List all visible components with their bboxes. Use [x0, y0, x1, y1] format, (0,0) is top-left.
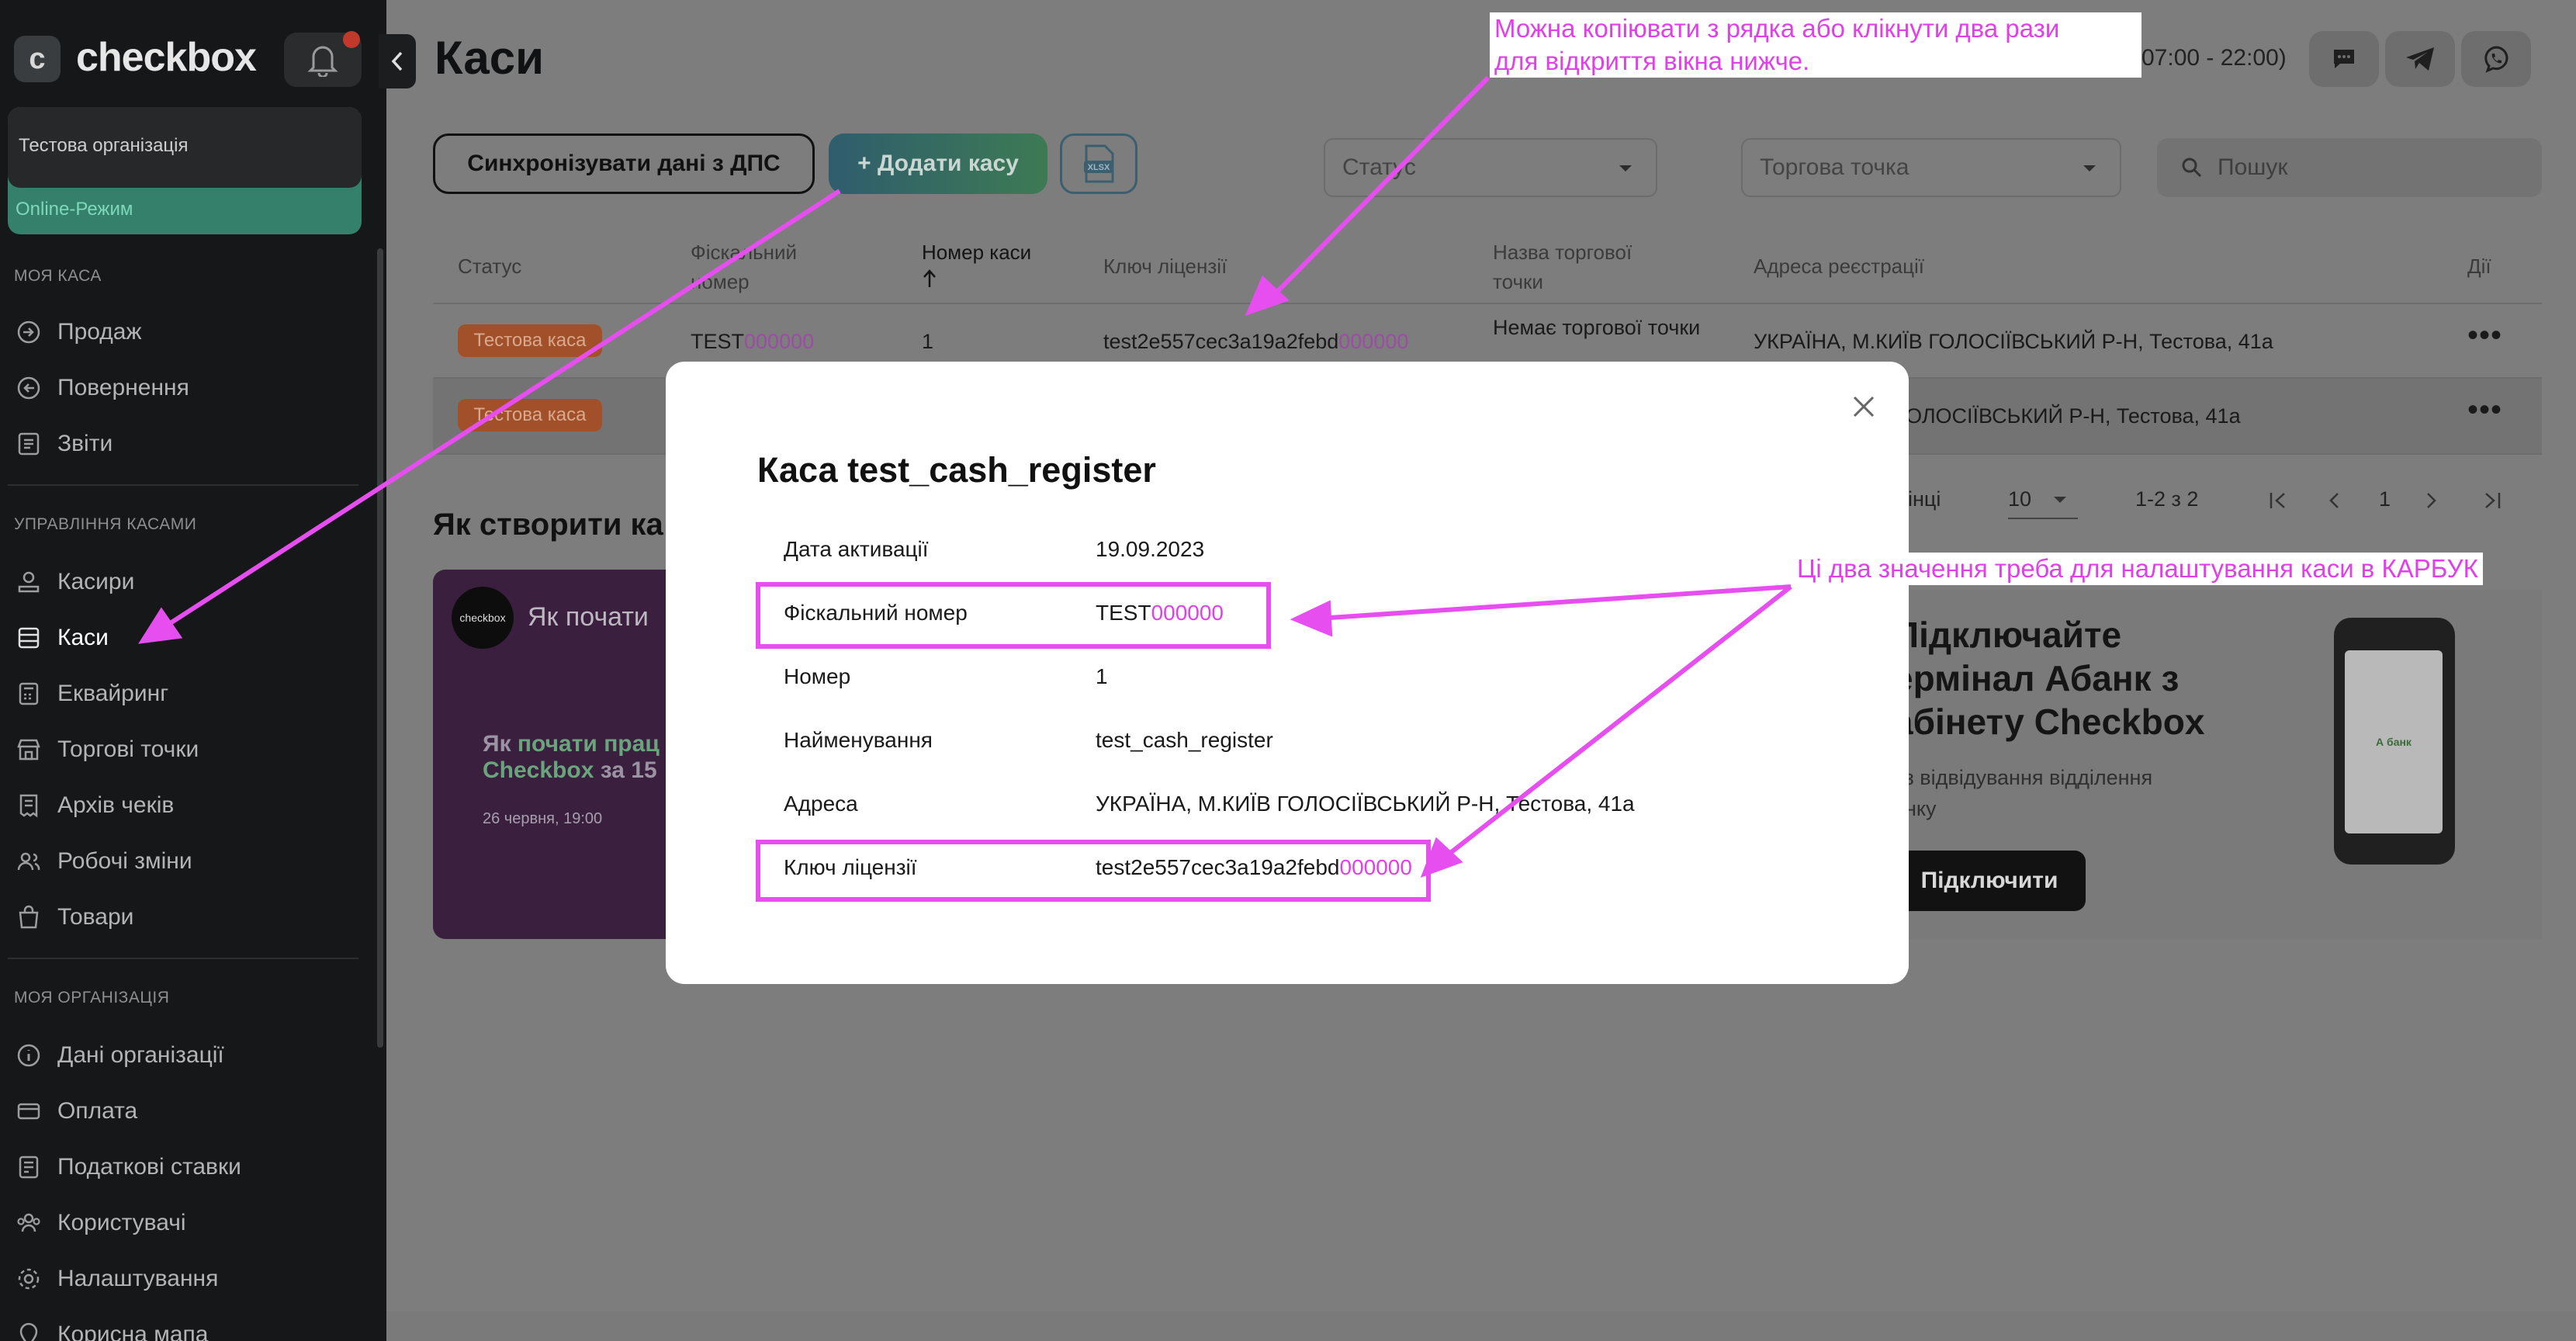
- annotation-arrows: [138, 75, 1792, 878]
- arrow-to-fiscal-number: [1329, 584, 1792, 620]
- arrow-to-license-column: [1270, 75, 1491, 299]
- arrow-to-sidebar-registers: [168, 189, 841, 626]
- arrow-to-license-key: [1448, 584, 1792, 856]
